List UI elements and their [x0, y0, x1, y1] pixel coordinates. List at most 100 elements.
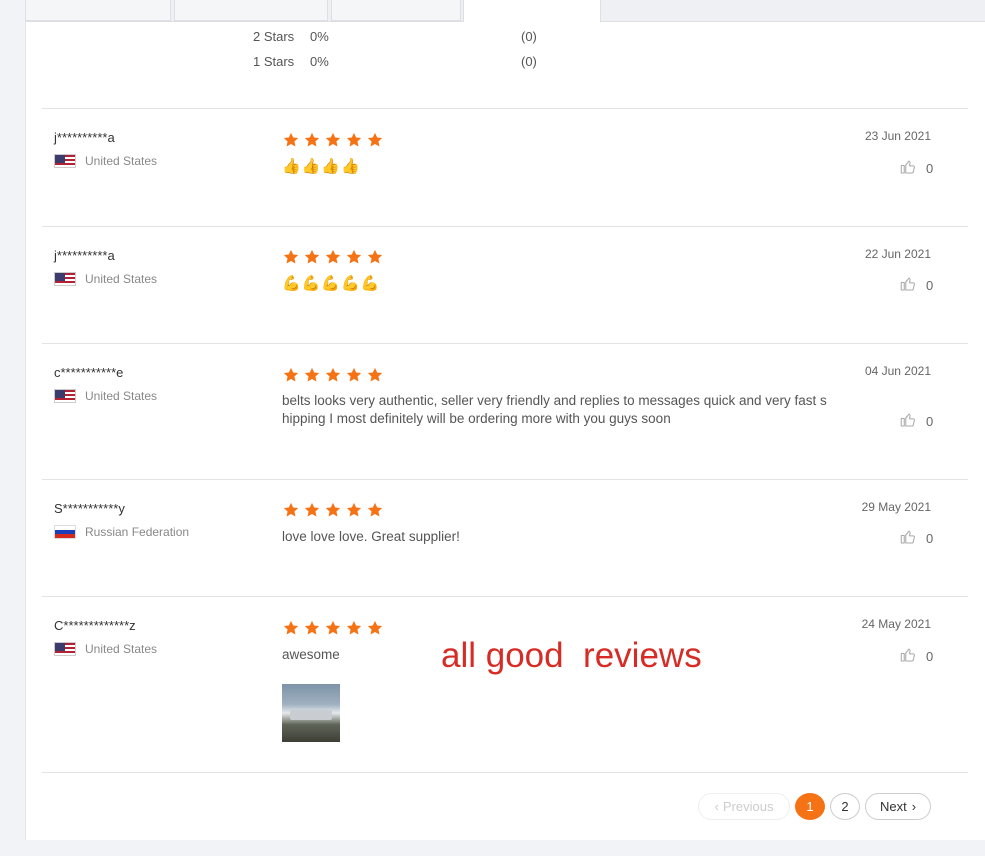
- country-name: Russian Federation: [85, 525, 190, 539]
- review-text: 💪💪💪💪💪: [282, 275, 381, 292]
- helpful-count: 0: [926, 278, 934, 293]
- review-date: 24 May 2021: [861, 617, 931, 631]
- country-name: United States: [85, 389, 158, 403]
- chevron-right-icon: ›: [911, 799, 917, 814]
- helpful-count: 0: [926, 414, 934, 429]
- thumbs-up-icon: [899, 158, 917, 179]
- star-icon: [367, 132, 383, 147]
- review-date: 23 Jun 2021: [864, 129, 931, 143]
- country-name: United States: [85, 154, 158, 168]
- review-text: love love love. Great supplier!: [282, 529, 460, 544]
- previous-label: Previous: [722, 799, 774, 814]
- helpful-count: 0: [926, 531, 934, 546]
- page-1-button[interactable]: 1: [795, 793, 825, 820]
- us-flag-icon: [54, 153, 76, 168]
- helpful-button[interactable]: 0: [899, 646, 933, 667]
- star-icon: [346, 132, 362, 147]
- star-icon: [346, 620, 362, 635]
- star-icon: [346, 249, 362, 264]
- us-flag-icon: [54, 641, 76, 656]
- thumbs-up-icon: [899, 275, 917, 296]
- country-name: United States: [85, 272, 158, 286]
- star-rating: [282, 501, 384, 519]
- helpful-button[interactable]: 0: [899, 275, 933, 296]
- reviewer-name: c***********e: [54, 365, 124, 380]
- star-rating: [282, 131, 384, 149]
- reviewer-name: C*************z: [54, 618, 136, 633]
- review-text-line: hipping I most definitely will be orderi…: [282, 411, 671, 426]
- star-icon: [367, 367, 383, 382]
- annotation-text: all good reviews: [441, 636, 702, 675]
- star-level-label: 2 Stars: [253, 29, 295, 44]
- previous-page-button[interactable]: ‹ Previous: [698, 793, 790, 820]
- star-icon: [325, 367, 341, 382]
- star-percent: 0%: [310, 54, 329, 69]
- star-rating: [282, 619, 384, 637]
- star-icon: [325, 132, 341, 147]
- star-icon: [325, 502, 341, 517]
- star-icon: [325, 620, 341, 635]
- reviewer-country: United States: [54, 641, 158, 657]
- divider: [42, 479, 968, 480]
- star-icon: [304, 367, 320, 382]
- star-icon: [304, 502, 320, 517]
- star-rating: [282, 248, 384, 266]
- tab-bar: [25, 0, 985, 22]
- review-date: 22 Jun 2021: [864, 247, 931, 261]
- star-icon: [304, 620, 320, 635]
- review-text: belts looks very authentic, seller very …: [282, 392, 838, 428]
- helpful-count: 0: [926, 649, 934, 664]
- reviewer-country: United States: [54, 388, 158, 404]
- thumbs-up-icon: [899, 646, 917, 667]
- helpful-button[interactable]: 0: [899, 158, 933, 179]
- tab-specifications[interactable]: [174, 0, 328, 21]
- divider: [42, 108, 968, 109]
- divider: [42, 343, 968, 344]
- star-icon: [346, 502, 362, 517]
- us-flag-icon: [54, 388, 76, 403]
- helpful-button[interactable]: 0: [899, 411, 933, 432]
- reviewer-country: Russian Federation: [54, 524, 190, 540]
- star-count: (0): [521, 54, 537, 69]
- tab-description[interactable]: [25, 0, 171, 21]
- star-rating: [282, 366, 384, 384]
- review-photo-thumbnail[interactable]: [282, 684, 340, 742]
- divider: [42, 596, 968, 597]
- star-icon: [304, 249, 320, 264]
- us-flag-icon: [54, 271, 76, 286]
- reviewer-name: S***********y: [54, 501, 125, 516]
- star-icon: [367, 620, 383, 635]
- russia-flag-icon: [54, 524, 76, 539]
- reviewer-country: United States: [54, 153, 158, 169]
- star-icon: [283, 620, 299, 635]
- next-label: Next: [879, 799, 907, 814]
- reviews-panel: [25, 22, 985, 840]
- reviewer-country: United States: [54, 271, 158, 287]
- tab-reviews[interactable]: [463, 0, 601, 22]
- page-2-button[interactable]: 2: [830, 793, 860, 820]
- next-page-button[interactable]: Next ›: [865, 793, 931, 820]
- review-text: 👍👍👍👍: [282, 158, 361, 175]
- star-icon: [283, 502, 299, 517]
- star-percent: 0%: [310, 29, 329, 44]
- pagination: ‹ Previous 1 2 Next ›: [698, 793, 931, 820]
- divider: [42, 772, 968, 773]
- star-icon: [283, 249, 299, 264]
- star-icon: [283, 132, 299, 147]
- star-count: (0): [521, 29, 537, 44]
- helpful-count: 0: [926, 161, 934, 176]
- star-icon: [325, 249, 341, 264]
- chevron-left-icon: ‹: [714, 799, 719, 814]
- review-text-line: belts looks very authentic, seller very …: [282, 393, 827, 408]
- star-icon: [367, 502, 383, 517]
- thumbs-up-icon: [899, 528, 917, 549]
- reviewer-name: j**********a: [54, 248, 115, 263]
- reviewer-name: j**********a: [54, 130, 115, 145]
- star-icon: [283, 367, 299, 382]
- tab-seller[interactable]: [331, 0, 461, 21]
- country-name: United States: [85, 642, 158, 656]
- review-date: 04 Jun 2021: [864, 364, 931, 378]
- helpful-button[interactable]: 0: [899, 528, 933, 549]
- divider: [42, 226, 968, 227]
- star-icon: [346, 367, 362, 382]
